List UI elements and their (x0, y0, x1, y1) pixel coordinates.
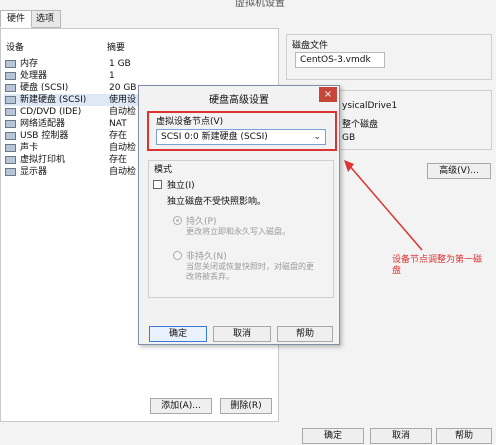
virtual-node-value: SCSI 0:0 新建硬盘 (SCSI) (161, 132, 268, 142)
sound-icon (5, 144, 16, 152)
device-summary: NAT (109, 119, 127, 129)
column-device: 设备 (6, 43, 25, 53)
independent-label: 独立(I) (167, 181, 195, 191)
chevron-down-icon: ⌄ (313, 132, 321, 142)
disk-file-input[interactable]: CentOS-3.vmdk (295, 52, 385, 68)
whole-disk-label: 整个磁盘 (342, 120, 379, 130)
device-summary: 存在 (109, 155, 128, 165)
display-icon (5, 168, 16, 176)
hard-disk-icon (5, 96, 16, 104)
device-name: 网络适配器 (20, 119, 66, 129)
annotation-arrow (344, 160, 423, 251)
device-name: CD/DVD (IDE) (20, 107, 82, 117)
device-summary: 自动检 (109, 143, 137, 153)
advanced-disk-dialog: 硬盘高级设置 × 虚拟设备节点(V) SCSI 0:0 新建硬盘 (SCSI) … (138, 85, 340, 345)
dialog-ok-button[interactable]: 确定 (149, 326, 207, 342)
dialog-cancel-button[interactable]: 取消 (213, 326, 271, 342)
device-summary: 自动检 (109, 107, 137, 117)
device-name: 内存 (20, 59, 39, 69)
column-summary: 摘要 (107, 43, 126, 53)
hard-disk-icon (5, 84, 16, 92)
dialog-help-button[interactable]: 帮助 (277, 326, 333, 342)
device-name: 显示器 (20, 167, 48, 177)
cd-dvd-icon (5, 108, 16, 116)
persistent-description: 更改将立即和永久写入磁盘。 (186, 227, 290, 236)
device-name: 硬盘 (SCSI) (20, 83, 69, 93)
cpu-icon (5, 72, 16, 80)
disk-size-unit: GB (342, 133, 356, 143)
memory-icon (5, 60, 16, 68)
disk-file-label: 磁盘文件 (292, 41, 329, 51)
device-row-cpu[interactable]: 处理器 1 (4, 70, 274, 82)
footer-ok-button[interactable]: 确定 (302, 428, 364, 444)
device-name: 声卡 (20, 143, 39, 153)
device-row-memory[interactable]: 内存 1 GB (4, 58, 274, 70)
tab-options[interactable]: 选项 (29, 10, 62, 28)
usb-icon (5, 132, 16, 140)
nonpersistent-radio[interactable] (173, 251, 182, 260)
annotation-text: 设备节点调整为第一磁盘 (392, 255, 483, 276)
tab-hardware[interactable]: 硬件 (0, 10, 33, 28)
dialog-title: 硬盘高级设置 (209, 95, 269, 106)
window-title: 虚拟机设置 (235, 0, 285, 9)
device-name: 新建硬盘 (SCSI) (20, 95, 87, 105)
device-list-header: 设备 摘要 (6, 40, 266, 53)
network-icon (5, 120, 16, 128)
physical-drive-label: ysicalDrive1 (342, 101, 398, 111)
device-summary: 1 (109, 71, 115, 81)
independent-checkbox[interactable] (153, 180, 162, 189)
device-summary: 使用设 (109, 95, 137, 105)
printer-icon (5, 156, 16, 164)
add-device-button[interactable]: 添加(A)... (150, 398, 212, 414)
mode-label: 模式 (154, 165, 173, 175)
independent-description: 独立磁盘不受快照影响。 (167, 197, 267, 207)
remove-device-button[interactable]: 删除(R) (220, 398, 272, 414)
virtual-node-label: 虚拟设备节点(V) (156, 117, 224, 127)
nonpersistent-description: 当您关闭或恢复快照时，对磁盘的更改将被丢弃。 (186, 262, 314, 281)
footer-help-button[interactable]: 帮助 (436, 428, 492, 444)
dialog-close-button[interactable]: × (319, 87, 337, 102)
virtual-node-select[interactable]: SCSI 0:0 新建硬盘 (SCSI) ⌄ (156, 129, 326, 145)
device-name: USB 控制器 (20, 131, 69, 141)
device-name: 处理器 (20, 71, 48, 81)
footer-cancel-button[interactable]: 取消 (370, 428, 432, 444)
device-name: 虚拟打印机 (20, 155, 66, 165)
device-summary: 存在 (109, 131, 128, 141)
device-summary: 1 GB (109, 59, 131, 69)
nonpersistent-label: 非持久(N) (186, 252, 227, 262)
device-summary: 自动检 (109, 167, 137, 177)
persistent-radio[interactable] (173, 216, 182, 225)
device-summary: 20 GB (109, 83, 137, 93)
